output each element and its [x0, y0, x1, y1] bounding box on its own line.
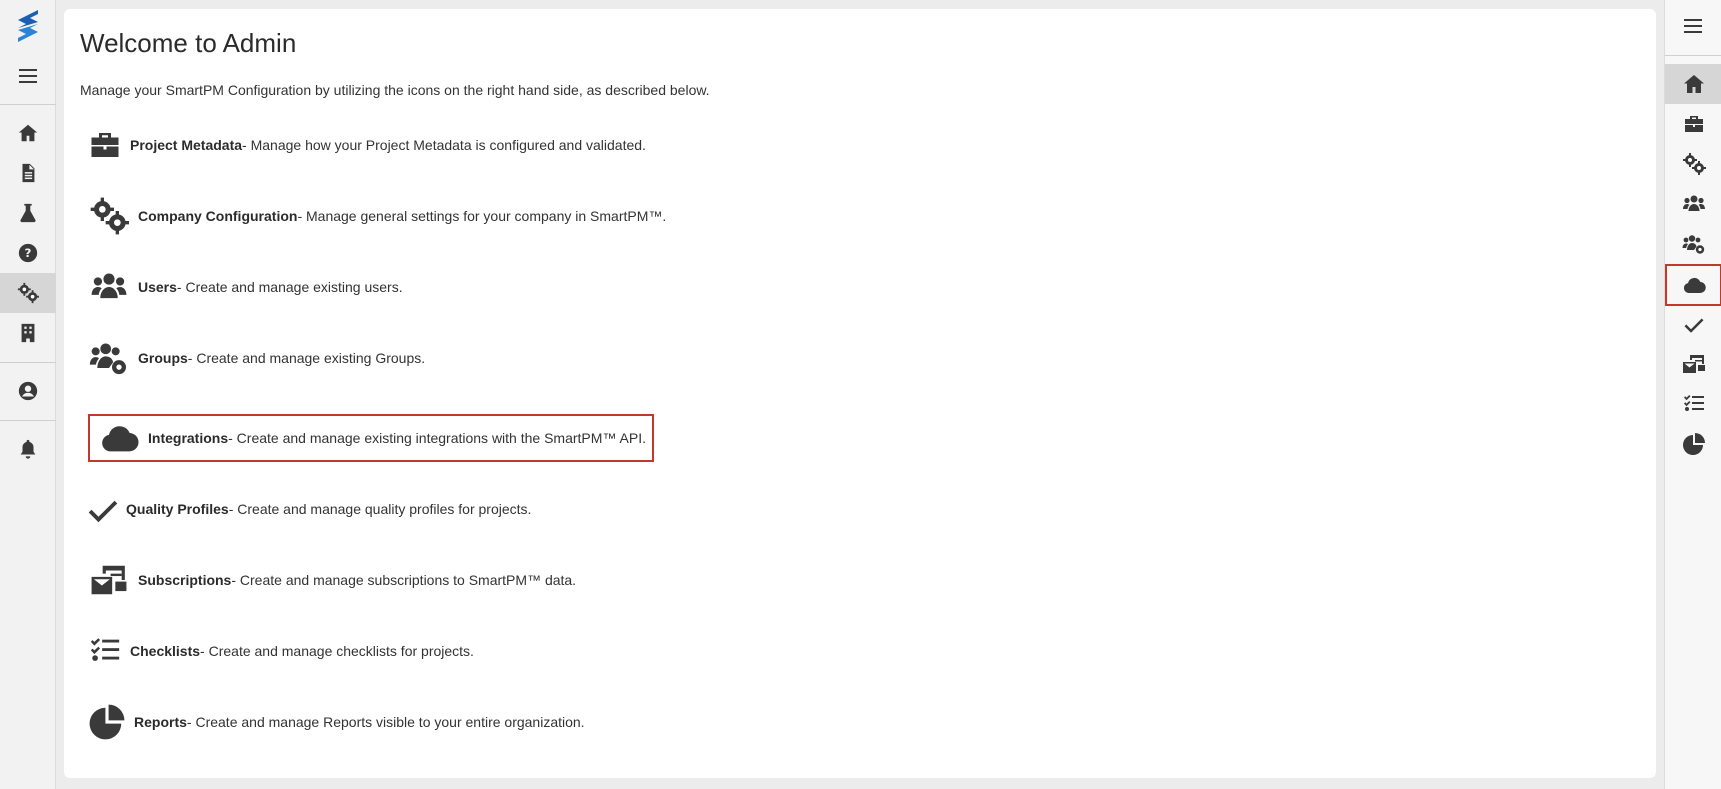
rail-checklists[interactable]: [1665, 384, 1721, 424]
cloud-icon: [1682, 273, 1706, 297]
rail-quality-profiles[interactable]: [1665, 304, 1721, 344]
smartpm-logo[interactable]: [12, 8, 44, 44]
item-title: Reports: [134, 714, 187, 730]
flask-icon: [17, 202, 39, 224]
item-subscriptions[interactable]: Subscriptions - Create and manage subscri…: [80, 558, 576, 602]
users-gear-icon: [1682, 232, 1706, 256]
users-gear-icon: [80, 336, 138, 380]
menu-icon[interactable]: [1681, 14, 1705, 38]
nav-separator: [0, 420, 56, 421]
gears-icon: [80, 194, 138, 238]
nav-lab[interactable]: [0, 193, 56, 233]
item-company-configuration[interactable]: Company Configuration - Manage general se…: [80, 194, 666, 238]
help-icon: [17, 242, 39, 264]
nav-home[interactable]: [0, 113, 56, 153]
pie-chart-icon: [1682, 432, 1706, 456]
rail-groups[interactable]: [1665, 224, 1721, 264]
item-title: Quality Profiles: [126, 501, 229, 517]
nav-documents[interactable]: [0, 153, 56, 193]
building-icon: [17, 322, 39, 344]
item-groups[interactable]: Groups - Create and manage existing Group…: [80, 336, 425, 380]
rail-reports[interactable]: [1665, 424, 1721, 464]
item-title: Project Metadata: [130, 137, 243, 153]
item-integrations[interactable]: Integrations - Create and manage existing…: [88, 414, 654, 462]
nav-admin[interactable]: [0, 273, 56, 313]
item-title: Users: [138, 279, 177, 295]
item-desc: - Create and manage checklists for proje…: [200, 643, 474, 659]
menu-icon[interactable]: [16, 64, 40, 88]
nav-separator: [0, 362, 56, 363]
nav-notifications[interactable]: [0, 429, 56, 469]
item-title: Company Configuration: [138, 208, 298, 224]
gears-icon: [17, 282, 39, 304]
left-nav: [0, 0, 56, 789]
item-desc: - Manage general settings for your compa…: [297, 208, 667, 224]
item-desc: - Create and manage Reports visible to y…: [186, 714, 585, 730]
file-icon: [17, 162, 39, 184]
check-icon: [1682, 312, 1706, 336]
cloud-icon: [90, 416, 148, 460]
item-desc: - Create and manage subscriptions to Sma…: [231, 572, 577, 588]
users-icon: [80, 265, 138, 309]
users-icon: [1682, 192, 1706, 216]
check-icon: [80, 487, 126, 531]
item-users[interactable]: Users - Create and manage existing users.: [80, 265, 403, 309]
item-desc: - Create and manage quality profiles for…: [228, 501, 532, 517]
pie-chart-icon: [80, 700, 134, 744]
item-desc: - Create and manage existing users.: [176, 279, 403, 295]
page-intro: Manage your SmartPM Configuration by uti…: [80, 82, 710, 98]
item-checklists[interactable]: Checklists - Create and manage checklists…: [80, 629, 474, 673]
item-desc: - Manage how your Project Metadata is co…: [242, 137, 646, 153]
bell-icon: [17, 438, 39, 460]
envelope-card-icon: [80, 558, 138, 602]
home-icon: [17, 122, 39, 144]
item-project-metadata[interactable]: Project Metadata - Manage how your Projec…: [80, 123, 646, 167]
item-reports[interactable]: Reports - Create and manage Reports visib…: [80, 700, 585, 744]
envelope-card-icon: [1682, 352, 1706, 376]
item-quality-profiles[interactable]: Quality Profiles - Create and manage qual…: [80, 487, 531, 531]
nav-profile[interactable]: [0, 371, 56, 411]
rail-integrations[interactable]: [1665, 264, 1721, 306]
item-title: Checklists: [130, 643, 201, 659]
briefcase-icon: [80, 123, 130, 167]
item-desc: - Create and manage existing Groups.: [187, 350, 426, 366]
main-content: Welcome to Admin Manage your SmartPM Con…: [64, 9, 1656, 778]
rail-separator: [1665, 55, 1721, 56]
nav-company[interactable]: [0, 313, 56, 353]
home-icon: [1682, 72, 1706, 96]
rail-company-configuration[interactable]: [1665, 144, 1721, 184]
rail-project-metadata[interactable]: [1665, 104, 1721, 144]
rail-subscriptions[interactable]: [1665, 344, 1721, 384]
item-title: Groups: [138, 350, 188, 366]
list-check-icon: [1682, 392, 1706, 416]
admin-right-rail: [1664, 0, 1721, 789]
item-title: Subscriptions: [138, 572, 232, 588]
item-title: Integrations: [148, 430, 229, 446]
item-desc: - Create and manage existing integration…: [228, 430, 646, 446]
rail-home[interactable]: [1665, 64, 1721, 104]
gears-icon: [1682, 152, 1706, 176]
rail-users[interactable]: [1665, 184, 1721, 224]
user-icon: [17, 380, 39, 402]
nav-help[interactable]: [0, 233, 56, 273]
nav-separator: [0, 104, 56, 105]
briefcase-icon: [1682, 112, 1706, 136]
page-title: Welcome to Admin: [80, 28, 297, 58]
list-check-icon: [80, 629, 130, 673]
